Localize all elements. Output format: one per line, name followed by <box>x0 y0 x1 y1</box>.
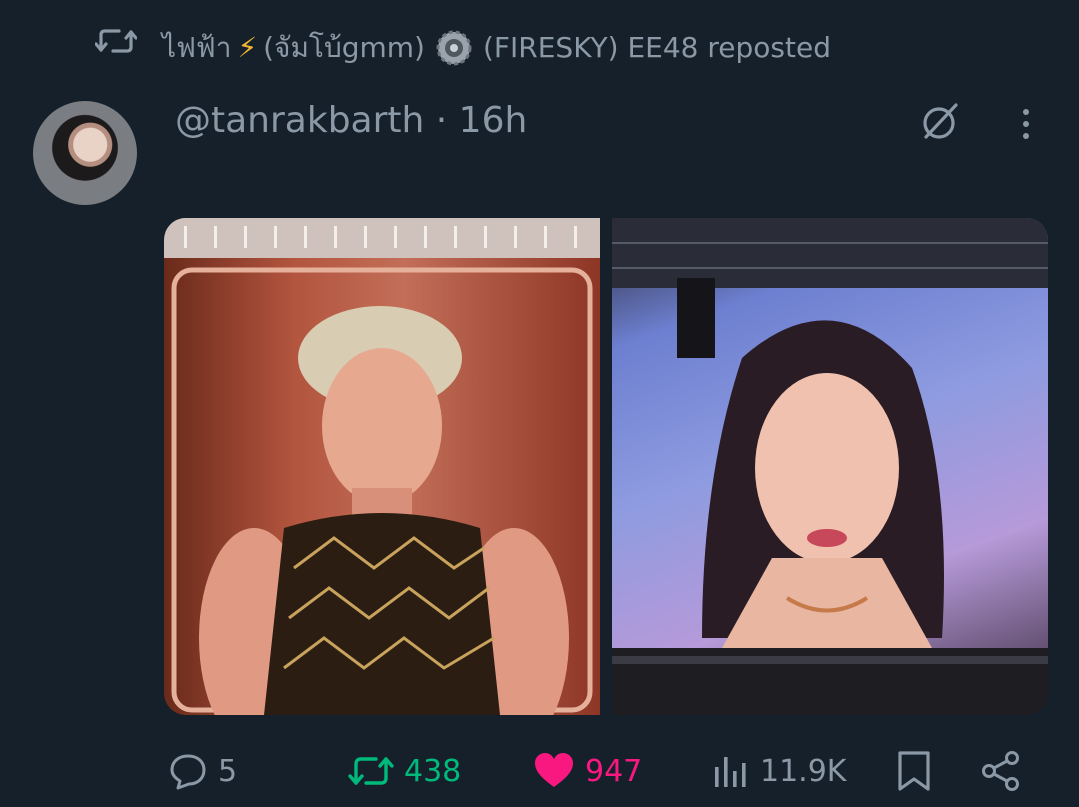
photo-performer-on-screen[interactable] <box>612 218 1048 715</box>
views-icon <box>715 757 746 787</box>
repost-attribution[interactable]: ไฟฟ้า ⚡ (จัมโบ้gmm) (FIRESKY) EE48 repos… <box>162 26 831 70</box>
share-button[interactable] <box>980 740 1022 802</box>
reposter-name-prefix: ไฟฟ้า <box>162 31 232 64</box>
like-button[interactable]: 947 <box>533 740 642 802</box>
reply-icon <box>170 754 206 790</box>
lightning-emoji: ⚡ <box>237 31 258 64</box>
photo-1-illustration <box>164 218 600 715</box>
repost-count: 438 <box>404 753 462 789</box>
author-handle[interactable]: @tanrakbarth · 16h <box>175 98 527 144</box>
bookmark-button[interactable] <box>894 740 934 802</box>
grok-icon[interactable] <box>918 100 962 144</box>
photo-performer-sequined-top[interactable] <box>164 218 600 715</box>
reply-count: 5 <box>218 753 238 789</box>
repost-icon <box>95 29 137 53</box>
photo-2-illustration <box>612 218 1048 715</box>
reposter-name-suffix: (FIRESKY) EE48 reposted <box>482 31 831 64</box>
gear-badge-icon <box>436 30 472 66</box>
reply-button[interactable]: 5 <box>168 740 237 802</box>
bookmark-icon <box>898 751 930 791</box>
reposter-name-mid: (จัมโบ้gmm) <box>263 31 425 64</box>
repost-button[interactable]: 438 <box>348 740 461 802</box>
heart-icon <box>535 753 573 787</box>
more-options-icon[interactable] <box>1014 104 1038 144</box>
avatar[interactable] <box>33 101 137 205</box>
views-button[interactable]: 11.9K <box>712 740 846 802</box>
share-icon <box>982 751 1019 791</box>
media-grid <box>164 218 1048 715</box>
view-count: 11.9K <box>760 753 847 789</box>
like-count: 947 <box>585 753 643 789</box>
repost-count-icon <box>348 757 394 785</box>
